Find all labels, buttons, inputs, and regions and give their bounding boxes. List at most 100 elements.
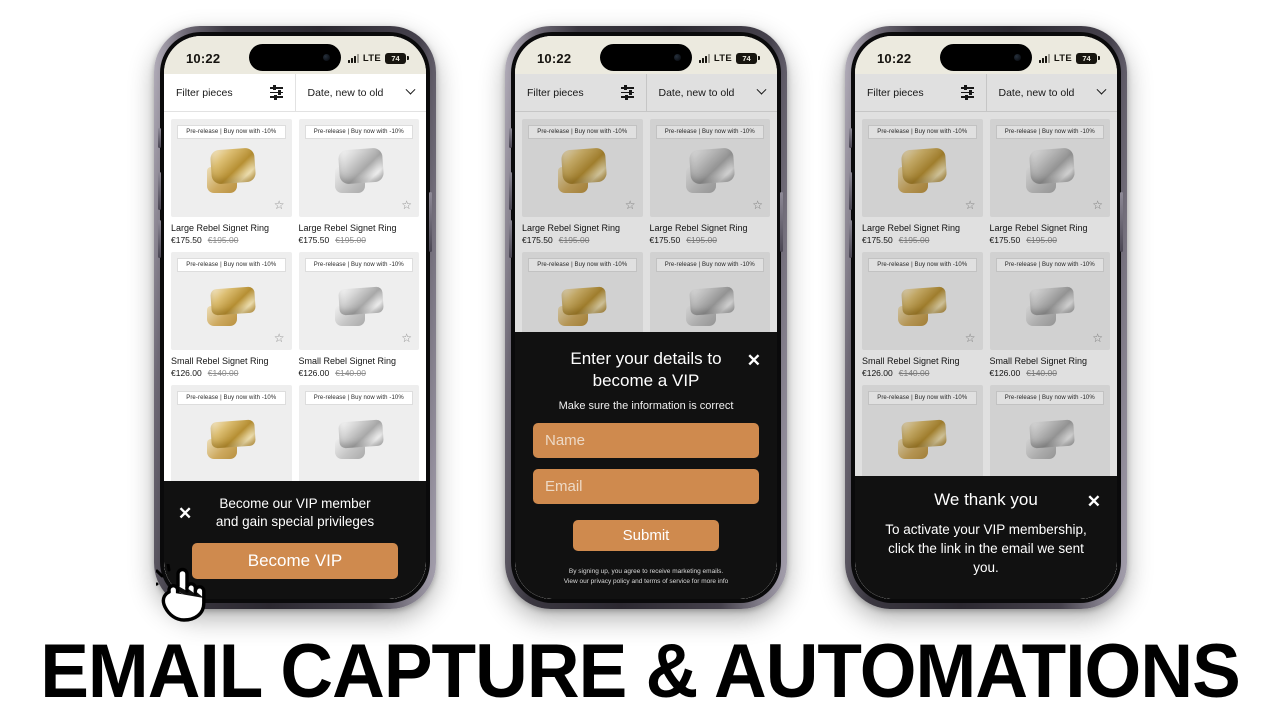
front-camera-icon (674, 54, 681, 61)
filter-pieces-button[interactable]: Filter pieces (164, 74, 295, 111)
product-price: €175.50 (171, 235, 202, 245)
page-title: EMAIL CAPTURE & AUTOMATIONS (40, 629, 1241, 714)
volume-down-button[interactable] (509, 220, 512, 258)
filter-label: Filter pieces (176, 86, 233, 99)
phone-mockup-2: 10:22 LTE 74 Filter pieces Date, new to … (505, 26, 787, 609)
product-prices: €175.50 €195.00 (171, 235, 292, 245)
battery-level: 74 (391, 53, 400, 63)
sort-dropdown[interactable]: Date, new to old (294, 74, 427, 111)
ring-image-gold (201, 282, 261, 326)
product-name: Small Rebel Signet Ring (171, 356, 269, 366)
phone-bezel: 10:22 LTE 74 Filter pieces Date, new to … (509, 32, 783, 603)
power-button[interactable] (429, 192, 432, 252)
volume-down-button[interactable] (158, 220, 161, 258)
product-name: Large Rebel Signet Ring (298, 223, 397, 233)
chevron-down-icon (405, 84, 416, 95)
volume-up-button[interactable] (158, 172, 161, 210)
battery-icon: 74 (385, 52, 409, 64)
star-outline-icon[interactable]: ☆ (274, 199, 285, 211)
phone-bezel: 10:22 LTE 74 Filter pieces Date, new to … (158, 32, 432, 603)
phone-mockup-3: 10:22 LTE 74 Filter pieces Date, new to … (845, 26, 1127, 609)
phone-screen-2: 10:22 LTE 74 Filter pieces Date, new to … (515, 36, 777, 599)
star-outline-icon[interactable]: ☆ (401, 332, 412, 344)
promo-badge: Pre-release | Buy now with -10% (304, 125, 413, 139)
phone-screen-1: 10:22 LTE 74 Filter pieces Date, new to … (164, 36, 426, 599)
product-card[interactable]: Pre-release | Buy now with -10% ☆ Small … (171, 252, 292, 378)
email-field[interactable] (533, 468, 759, 504)
power-button[interactable] (780, 192, 783, 252)
product-card[interactable]: Pre-release | Buy now with -10% ☆ Large … (171, 119, 292, 245)
dynamic-island (940, 44, 1032, 71)
banner-line-2: and gain special privileges (215, 513, 375, 529)
promo-badge: Pre-release | Buy now with -10% (177, 391, 286, 405)
silent-switch[interactable] (158, 128, 161, 148)
product-thumbnail: Pre-release | Buy now with -10% (298, 385, 419, 483)
product-price: €126.00 (298, 368, 330, 378)
status-indicators: LTE 74 (1038, 52, 1100, 64)
promo-badge: Pre-release | Buy now with -10% (304, 258, 413, 272)
product-card[interactable]: Pre-release | Buy now with -10% ☆ Small … (298, 252, 419, 378)
battery-level: 74 (1082, 53, 1091, 63)
phone-screen-3: 10:22 LTE 74 Filter pieces Date, new to … (855, 36, 1117, 599)
status-indicators: LTE 74 (698, 52, 760, 64)
battery-level: 74 (742, 53, 751, 63)
silent-switch[interactable] (509, 128, 512, 148)
star-outline-icon[interactable]: ☆ (401, 199, 412, 211)
volume-up-button[interactable] (849, 172, 852, 210)
name-field[interactable] (533, 422, 759, 458)
ring-image-silver (329, 282, 389, 326)
ring-image-gold (201, 147, 261, 193)
front-camera-icon (323, 54, 330, 61)
product-grid-1: Pre-release | Buy now with -10% ☆ Large … (164, 112, 426, 490)
product-thumbnail: Pre-release | Buy now with -10% ☆ (171, 252, 292, 350)
promo-badge: Pre-release | Buy now with -10% (177, 258, 286, 272)
filter-bar: Filter pieces Date, new to old (164, 74, 426, 112)
product-compare-price: €140.00 (335, 368, 366, 378)
product-compare-price: €195.00 (207, 235, 239, 245)
become-vip-button[interactable]: Become VIP (192, 543, 398, 579)
network-label: LTE (362, 52, 381, 64)
product-card[interactable]: Pre-release | Buy now with -10% (298, 385, 419, 483)
front-camera-icon (1014, 54, 1021, 61)
status-indicators: LTE 74 (347, 52, 409, 64)
disclaimer-line-1: By signing up, you agree to receive mark… (568, 567, 724, 575)
promo-badge: Pre-release | Buy now with -10% (177, 125, 286, 139)
volume-up-button[interactable] (509, 172, 512, 210)
modal-subtitle: Make sure the information is correct (558, 399, 734, 412)
promo-badge: Pre-release | Buy now with -10% (304, 391, 413, 405)
close-icon[interactable]: ✕ (1087, 493, 1101, 510)
star-outline-icon[interactable]: ☆ (274, 332, 285, 344)
power-button[interactable] (1120, 192, 1123, 252)
close-icon[interactable]: ✕ (178, 505, 192, 522)
signal-bars-icon (698, 53, 710, 63)
close-icon[interactable]: ✕ (747, 352, 761, 369)
product-name: Large Rebel Signet Ring (171, 223, 270, 233)
volume-down-button[interactable] (849, 220, 852, 258)
ring-image-silver (329, 147, 389, 193)
status-clock: 10:22 (877, 50, 912, 66)
dynamic-island (600, 44, 692, 71)
product-card[interactable]: Pre-release | Buy now with -10% ☆ Large … (298, 119, 419, 245)
product-thumbnail: Pre-release | Buy now with -10% (171, 385, 292, 483)
product-card[interactable]: Pre-release | Buy now with -10% (171, 385, 292, 483)
product-price: €175.50 (298, 235, 330, 245)
sliders-icon (269, 85, 283, 100)
dynamic-island (249, 44, 341, 71)
network-label: LTE (713, 52, 732, 64)
tap-hand-icon (156, 564, 206, 622)
silent-switch[interactable] (849, 128, 852, 148)
product-prices: €126.00 €140.00 (171, 368, 292, 378)
thank-you-panel: ✕ We thank you To activate your VIP memb… (855, 475, 1117, 599)
product-thumbnail: Pre-release | Buy now with -10% ☆ (171, 119, 292, 217)
ring-image-silver (329, 415, 389, 459)
phone-mockup-1: 10:22 LTE 74 Filter pieces Date, new to … (154, 26, 436, 609)
product-price: €126.00 (171, 368, 202, 378)
modal-title: Enter your details to become a VIP (570, 349, 722, 390)
product-compare-price: €195.00 (335, 235, 366, 245)
battery-icon: 74 (1076, 52, 1100, 64)
network-label: LTE (1053, 52, 1072, 64)
signal-bars-icon (347, 53, 359, 63)
ring-image-gold (201, 415, 261, 459)
banner-text: Become our VIP member and gain special p… (178, 495, 412, 531)
submit-button[interactable]: Submit (573, 519, 719, 551)
